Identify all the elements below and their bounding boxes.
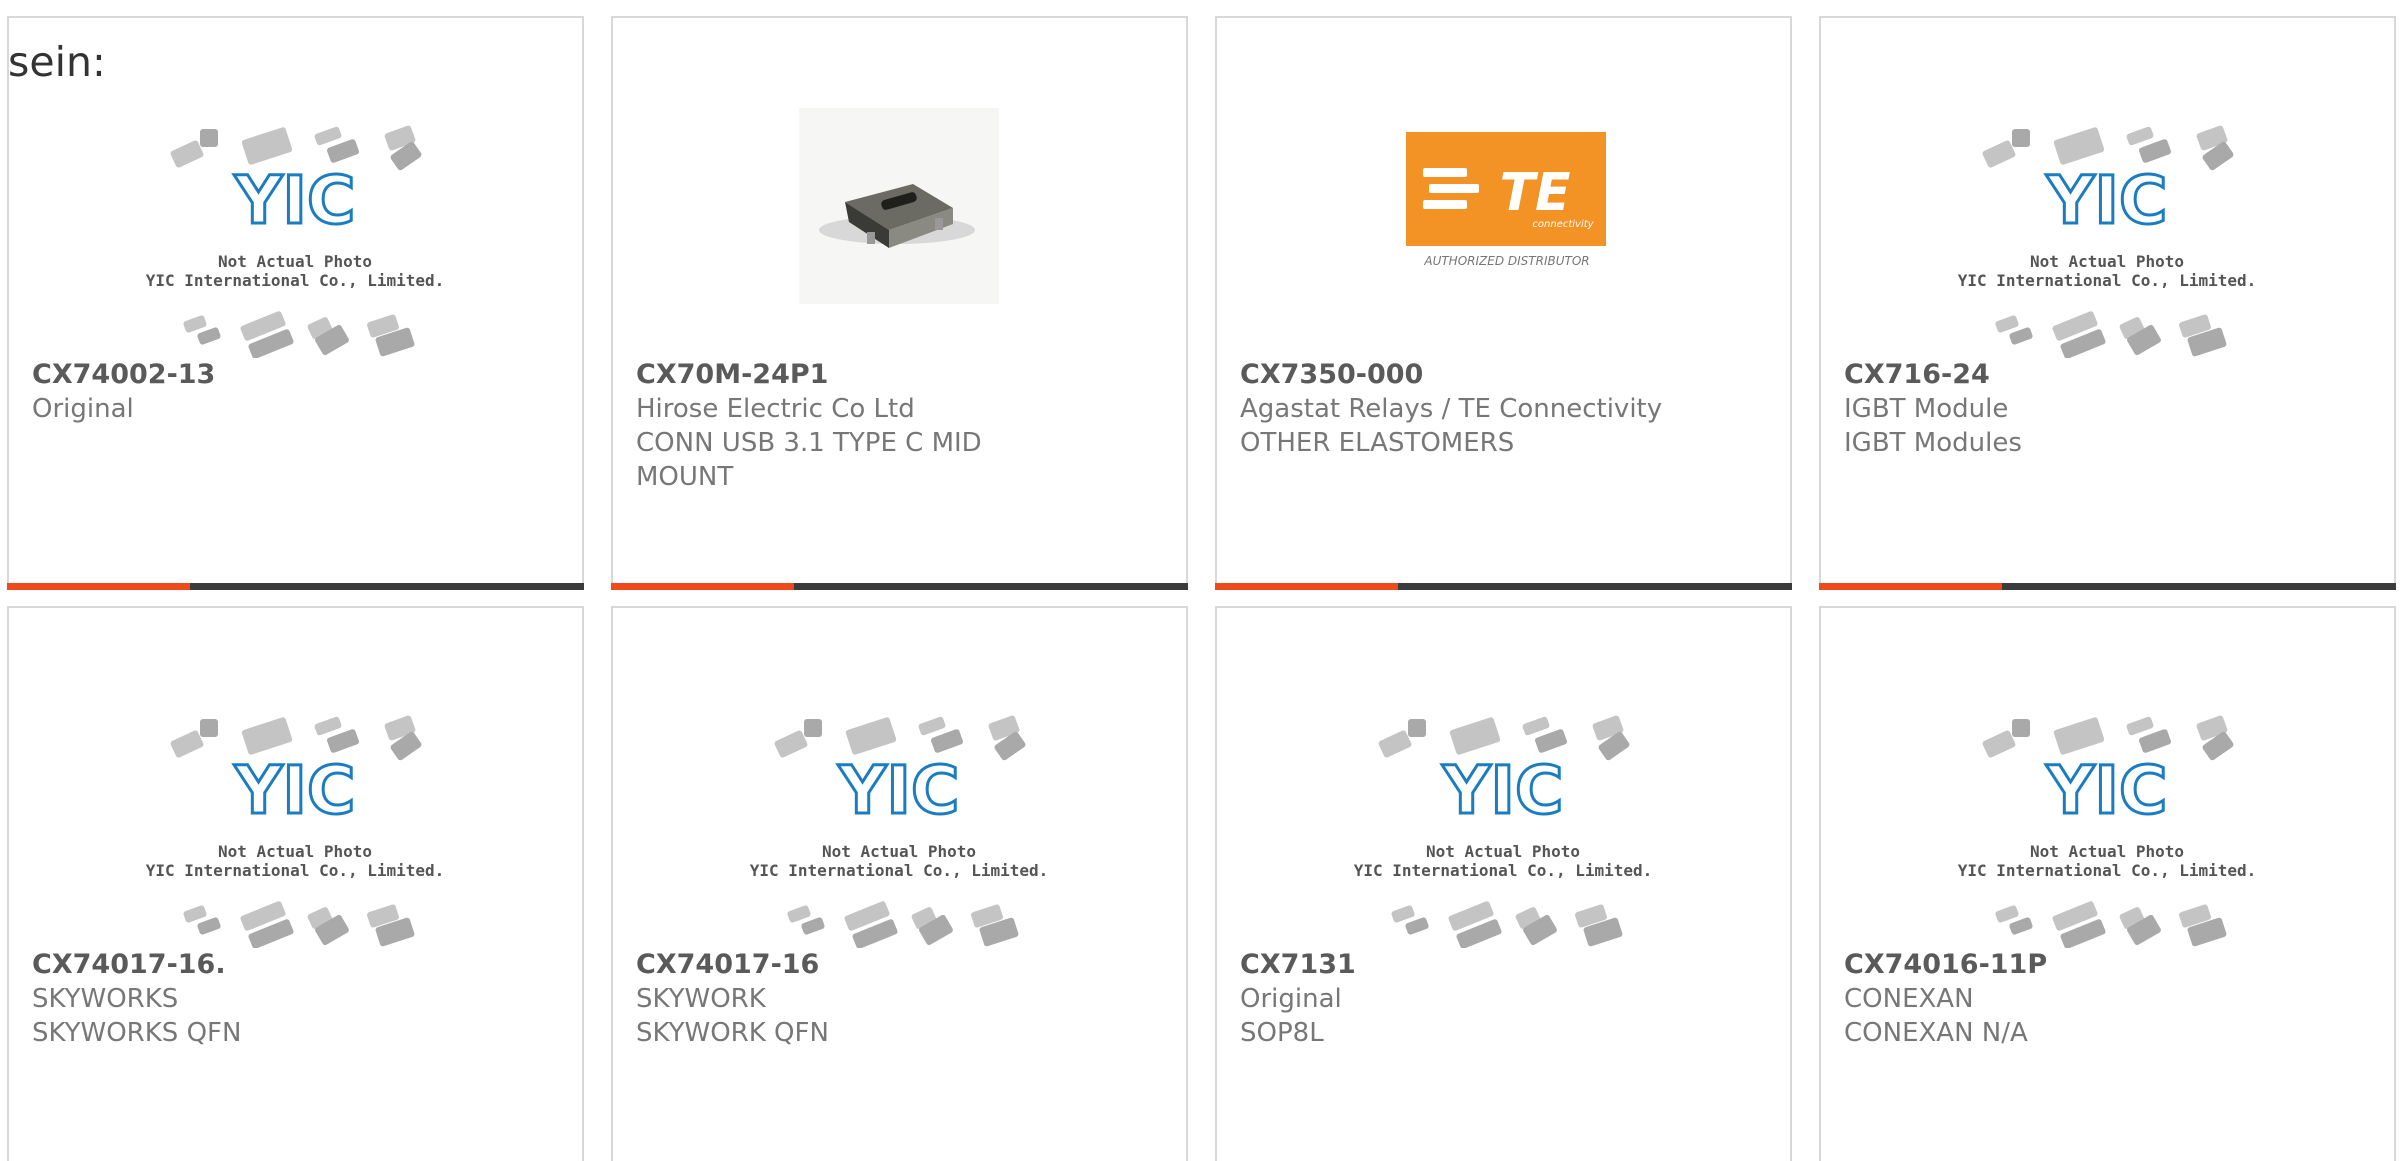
card-accent-bar <box>7 583 584 590</box>
svg-text:Not Actual Photo: Not Actual Photo <box>822 842 976 861</box>
product-description-line: Original <box>32 394 134 424</box>
card-accent-bar <box>1819 583 2396 590</box>
yic-placeholder-icon: YIC Not Actual Photo YIC International C… <box>1958 715 2257 948</box>
svg-text:YIC: YIC <box>2046 162 2168 239</box>
part-number[interactable]: CX74017-16. <box>32 948 562 982</box>
card-accent-bar <box>611 583 1188 590</box>
product-image: YIC Not Actual Photo YIC International C… <box>1821 688 2394 948</box>
product-card-cx70m-24p1[interactable]: CX70M-24P1 Hirose Electric Co Ltd CONN U… <box>611 16 1188 590</box>
svg-text:Not Actual Photo: Not Actual Photo <box>2030 842 2184 861</box>
yic-placeholder-icon: YIC Not Actual Photo YIC International C… <box>146 125 445 358</box>
product-card-cx74017-16-dot[interactable]: YIC Not Actual Photo YIC International C… <box>7 606 584 1161</box>
svg-text:YIC: YIC <box>838 752 960 829</box>
product-description-line: Original <box>1240 984 1342 1014</box>
part-number[interactable]: CX716-24 <box>1844 358 2374 392</box>
product-description-line: MOUNT <box>636 462 734 492</box>
product-description-line: IGBT Module <box>1844 394 2009 424</box>
product-image: YIC Not Actual Photo YIC International C… <box>9 688 582 948</box>
part-number[interactable]: CX74016-11P <box>1844 948 2374 982</box>
product-card-cx74017-16[interactable]: YIC Not Actual Photo YIC International C… <box>611 606 1188 1161</box>
product-description-line: SKYWORKS <box>32 984 179 1014</box>
product-description-line: OTHER ELASTOMERS <box>1240 428 1515 458</box>
svg-text:Not Actual Photo: Not Actual Photo <box>218 842 372 861</box>
yic-placeholder-icon: YIC Not Actual Photo YIC International C… <box>750 715 1049 948</box>
card-accent-bar <box>1215 583 1792 590</box>
svg-text:YIC International Co., Limited: YIC International Co., Limited. <box>1354 861 1653 880</box>
product-description-line: IGBT Modules <box>1844 428 2022 458</box>
svg-text:TE: TE <box>1500 163 1571 223</box>
te-connectivity-logo: TE connectivity AUTHORIZED DISTRIBUTOR <box>1406 132 1606 268</box>
yic-placeholder-icon: YIC Not Actual Photo YIC International C… <box>1354 715 1653 948</box>
product-description-line: SKYWORK <box>636 984 766 1014</box>
product-grid-page: sein: YIC Not Actual Photo YIC Internati… <box>0 0 2400 1161</box>
svg-text:YIC: YIC <box>234 752 356 829</box>
svg-text:Not Actual Photo: Not Actual Photo <box>1426 842 1580 861</box>
part-number[interactable]: CX74017-16 <box>636 948 1166 982</box>
product-image: YIC Not Actual Photo YIC International C… <box>9 98 582 358</box>
part-number[interactable]: CX7350-000 <box>1240 358 1770 392</box>
svg-text:YIC: YIC <box>234 162 356 239</box>
product-description-line: CONEXAN <box>1844 984 1974 1014</box>
yic-placeholder-icon: YIC Not Actual Photo YIC International C… <box>146 715 445 948</box>
product-image: YIC Not Actual Photo YIC International C… <box>613 688 1186 948</box>
product-description-line: Hirose Electric Co Ltd <box>636 394 915 424</box>
svg-text:YIC International Co., Limited: YIC International Co., Limited. <box>1958 271 2257 290</box>
product-description-line: CONN USB 3.1 TYPE C MID <box>636 428 982 458</box>
product-card-cx7131[interactable]: YIC Not Actual Photo YIC International C… <box>1215 606 1792 1161</box>
yic-placeholder-icon: YIC Not Actual Photo YIC International C… <box>1958 125 2257 358</box>
part-number[interactable]: CX74002-13 <box>32 358 562 392</box>
svg-text:connectivity: connectivity <box>1532 219 1594 230</box>
product-image <box>613 98 1186 358</box>
product-description-line: SOP8L <box>1240 1018 1324 1048</box>
part-number[interactable]: CX7131 <box>1240 948 1770 982</box>
product-card-cx716-24[interactable]: YIC Not Actual Photo YIC International C… <box>1819 16 2396 590</box>
svg-text:YIC International Co., Limited: YIC International Co., Limited. <box>146 861 445 880</box>
product-card-cx74002-13[interactable]: YIC Not Actual Photo YIC International C… <box>7 16 584 590</box>
svg-text:YIC International Co., Limited: YIC International Co., Limited. <box>1958 861 2257 880</box>
product-description-line: CONEXAN N/A <box>1844 1018 2028 1048</box>
product-image: TE connectivity AUTHORIZED DISTRIBUTOR <box>1217 98 1790 358</box>
svg-text:Not Actual Photo: Not Actual Photo <box>218 252 372 271</box>
svg-text:YIC International Co., Limited: YIC International Co., Limited. <box>750 861 1049 880</box>
product-card-cx7350-000[interactable]: TE connectivity AUTHORIZED DISTRIBUTOR C… <box>1215 16 1792 590</box>
product-card-cx74016-11p[interactable]: YIC Not Actual Photo YIC International C… <box>1819 606 2396 1161</box>
svg-text:AUTHORIZED DISTRIBUTOR: AUTHORIZED DISTRIBUTOR <box>1423 254 1589 268</box>
product-description-line: SKYWORK QFN <box>636 1018 829 1048</box>
product-description-line: SKYWORKS QFN <box>32 1018 242 1048</box>
cut-off-heading-text: sein: <box>8 38 106 86</box>
svg-text:YIC International Co., Limited: YIC International Co., Limited. <box>146 271 445 290</box>
svg-text:YIC: YIC <box>1442 752 1564 829</box>
part-number[interactable]: CX70M-24P1 <box>636 358 1166 392</box>
svg-text:YIC: YIC <box>2046 752 2168 829</box>
svg-text:Not Actual Photo: Not Actual Photo <box>2030 252 2184 271</box>
usb-c-connector-icon <box>799 108 999 304</box>
product-image: YIC Not Actual Photo YIC International C… <box>1821 98 2394 358</box>
product-image: YIC Not Actual Photo YIC International C… <box>1217 688 1790 948</box>
product-description-line: Agastat Relays / TE Connectivity <box>1240 394 1663 424</box>
